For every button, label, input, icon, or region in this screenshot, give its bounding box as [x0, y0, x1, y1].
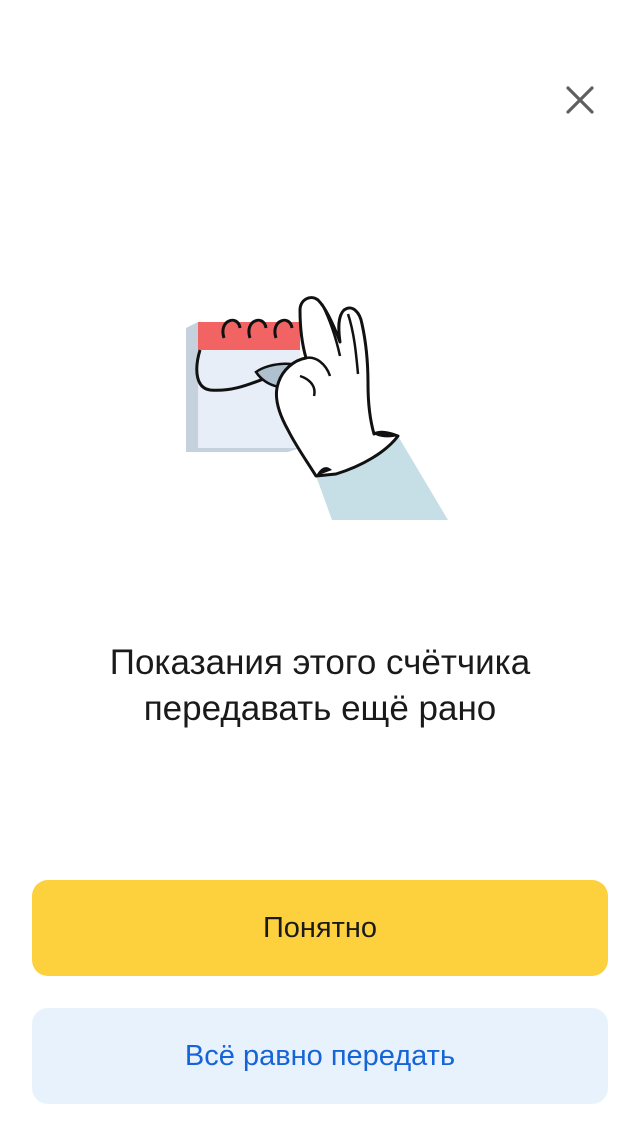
close-button[interactable]: [556, 76, 604, 124]
understood-button[interactable]: Понятно: [32, 880, 608, 976]
meter-reading-too-early-screen: Показания этого счётчика передавать ещё …: [0, 0, 640, 1136]
title-line-2: передавать ещё рано: [143, 689, 497, 728]
submit-anyway-button[interactable]: Всё равно передать: [32, 1008, 608, 1104]
close-icon: [566, 86, 594, 114]
page-title: Показания этого счётчика передавать ещё …: [40, 640, 600, 732]
title-line-1: Показания этого счётчика: [109, 643, 531, 682]
calendar-hand-illustration: [186, 296, 448, 520]
